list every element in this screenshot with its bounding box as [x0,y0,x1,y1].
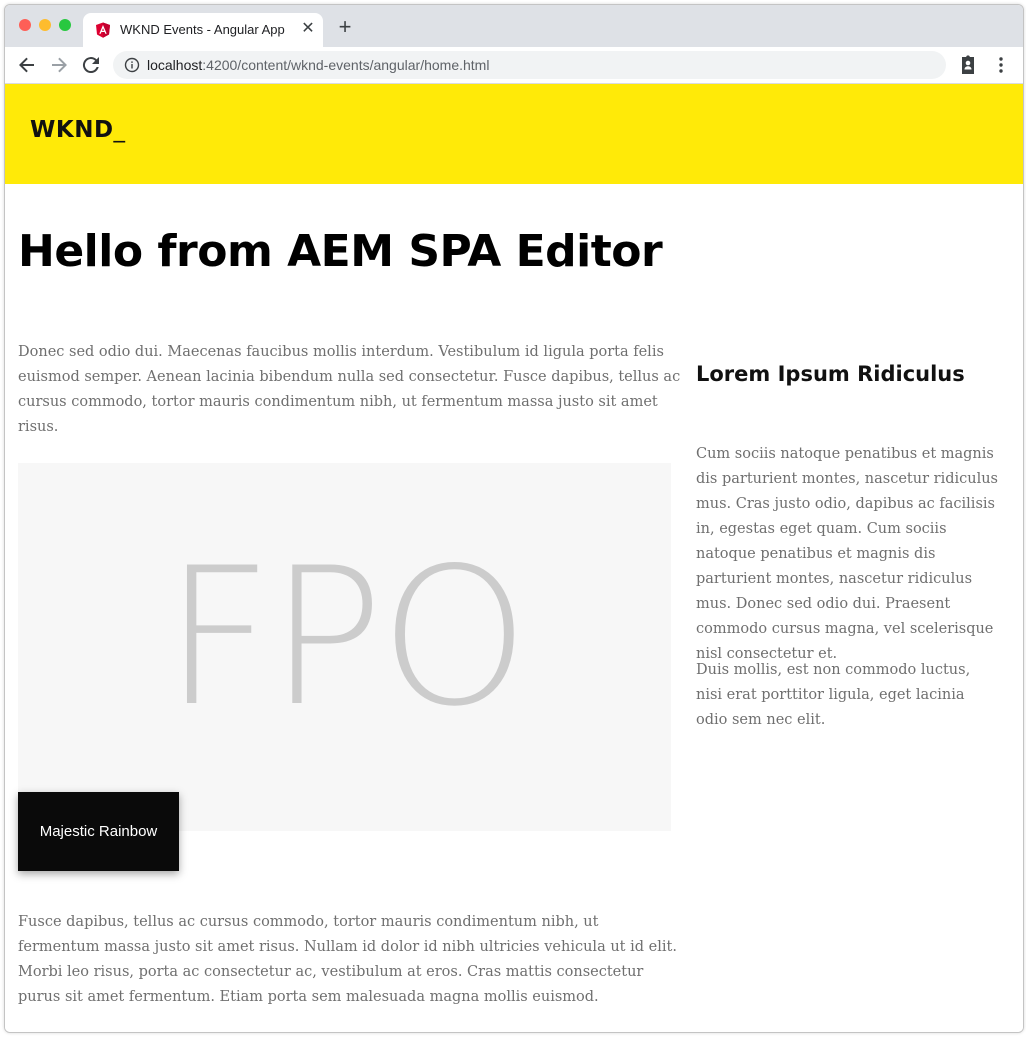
info-icon[interactable] [124,57,140,73]
logo-cursor: _ [113,117,126,143]
address-bar[interactable]: localhost:4200/content/wknd-events/angul… [113,51,946,79]
more-menu-icon[interactable] [989,53,1013,77]
tab-title: WKND Events - Angular App [120,22,285,37]
maximize-window-button[interactable] [59,19,71,31]
intro-paragraph: Donec sed odio dui. Maecenas faucibus mo… [18,344,681,435]
url-path: :4200/content/wknd-events/angular/home.h… [202,57,490,73]
image-placeholder: FPO [18,463,671,831]
close-window-button[interactable] [19,19,31,31]
browser-window: WKND Events - Angular App ✕ + localhost:… [4,4,1024,1033]
angular-icon [96,22,110,38]
sidebar-title: Lorem Ipsum Ridiculus [696,362,965,386]
site-header: WKND_ [5,84,1023,184]
url-text: localhost:4200/content/wknd-events/angul… [147,57,489,73]
sidebar-paragraph-1: Cum sociis natoque penatibus et magnis d… [696,446,999,662]
minimize-window-button[interactable] [39,19,51,31]
extension-badge-icon[interactable] [956,53,980,77]
page-title: Hello from AEM SPA Editor [18,226,663,277]
fpo-placeholder-text: FPO [163,527,529,748]
new-tab-button[interactable]: + [335,16,355,38]
forward-arrow-icon[interactable] [47,53,71,77]
wknd-logo[interactable]: WKND_ [30,117,126,143]
page-content: WKND_ Hello from AEM SPA Editor Donec se… [5,84,1023,1032]
image-caption: Majestic Rainbow [18,792,179,871]
reload-icon[interactable] [79,53,103,77]
sidebar-paragraph-2: Duis mollis, est non commodo luctus, nis… [696,662,971,728]
body-paragraph: Fusce dapibus, tellus ac cursus commodo,… [18,914,677,1005]
back-arrow-icon[interactable] [15,53,39,77]
logo-text: WKND [30,117,114,143]
tab-close-icon[interactable]: ✕ [299,20,317,38]
browser-titlebar: WKND Events - Angular App ✕ + [5,5,1023,47]
browser-tab[interactable]: WKND Events - Angular App ✕ [83,13,323,47]
url-host: localhost [147,57,203,73]
browser-toolbar: localhost:4200/content/wknd-events/angul… [5,47,1023,84]
